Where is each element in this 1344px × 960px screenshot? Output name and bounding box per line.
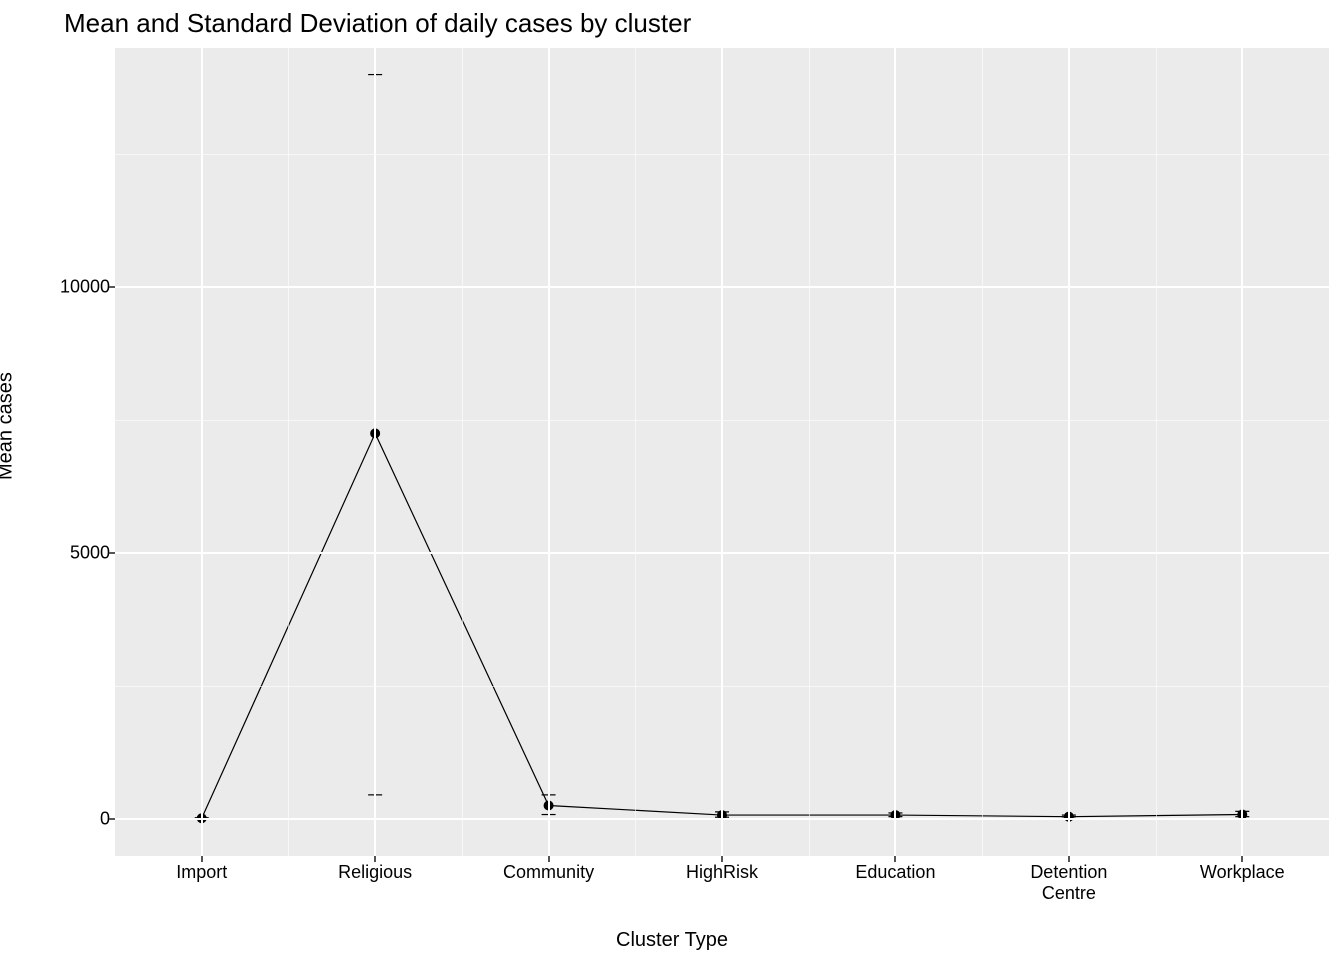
grid-v-major bbox=[721, 48, 723, 856]
y-tick-mark bbox=[109, 552, 115, 554]
chart-title: Mean and Standard Deviation of daily cas… bbox=[64, 8, 691, 39]
y-tick-mark bbox=[109, 818, 115, 820]
grid-v-major bbox=[548, 48, 550, 856]
x-tick-label: Community bbox=[503, 862, 594, 883]
x-tick-mark bbox=[374, 856, 376, 862]
x-axis-label: Cluster Type bbox=[0, 929, 1344, 952]
grid-v-major bbox=[201, 48, 203, 856]
grid-v-minor bbox=[462, 48, 463, 856]
plot-panel bbox=[115, 48, 1329, 856]
x-tick-mark bbox=[1068, 856, 1070, 862]
x-tick-mark bbox=[894, 856, 896, 862]
grid-v-minor bbox=[635, 48, 636, 856]
grid-v-major bbox=[894, 48, 896, 856]
x-tick-label: Import bbox=[176, 862, 227, 883]
chart-container: Mean and Standard Deviation of daily cas… bbox=[0, 0, 1344, 960]
grid-v-minor bbox=[982, 48, 983, 856]
x-tick-mark bbox=[721, 856, 723, 862]
grid-v-major bbox=[1068, 48, 1070, 856]
grid-v-major bbox=[1241, 48, 1243, 856]
y-tick-mark bbox=[109, 286, 115, 288]
grid-v-minor bbox=[1156, 48, 1157, 856]
x-tick-mark bbox=[1241, 856, 1243, 862]
x-tick-label: Education bbox=[855, 862, 935, 883]
x-tick-label: Religious bbox=[338, 862, 412, 883]
x-tick-mark bbox=[201, 856, 203, 862]
y-tick-label: 10000 bbox=[60, 277, 110, 298]
x-tick-label: Workplace bbox=[1200, 862, 1285, 883]
grid-v-major bbox=[374, 48, 376, 856]
x-tick-label: Detention Centre bbox=[1030, 862, 1107, 903]
y-tick-label: 5000 bbox=[70, 543, 110, 564]
grid-v-minor bbox=[288, 48, 289, 856]
grid-v-minor bbox=[809, 48, 810, 856]
y-axis-label: Mean cases bbox=[0, 372, 18, 480]
x-tick-mark bbox=[548, 856, 550, 862]
x-tick-label: HighRisk bbox=[686, 862, 758, 883]
